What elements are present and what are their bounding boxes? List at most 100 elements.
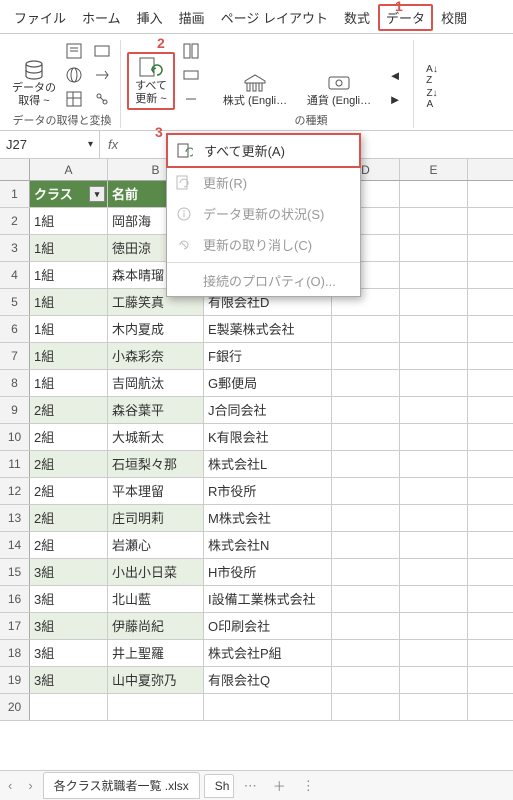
row-header[interactable]: 16 (0, 586, 30, 612)
cell-name[interactable]: 北山藍 (108, 586, 204, 612)
connections-icon[interactable] (90, 88, 114, 110)
cell-e[interactable] (400, 478, 468, 504)
cell-class[interactable]: 1組 (30, 316, 108, 342)
cell-e[interactable] (400, 343, 468, 369)
cell-class[interactable]: 3組 (30, 586, 108, 612)
chevron-left-icon[interactable]: ◄ (383, 64, 407, 86)
cell-company[interactable]: 株式会社L (204, 451, 332, 477)
cell-e[interactable] (400, 262, 468, 288)
cell-class[interactable]: 3組 (30, 613, 108, 639)
menu-draw[interactable]: 描画 (171, 4, 213, 31)
tab-options-icon[interactable]: ⋮ (294, 778, 323, 794)
cell-class[interactable]: 3組 (30, 559, 108, 585)
cell-name[interactable]: 庄司明莉 (108, 505, 204, 531)
cell-e1[interactable] (400, 181, 468, 207)
select-all-corner[interactable] (0, 159, 30, 180)
menu-review[interactable]: 校閲 (433, 4, 475, 31)
properties-icon[interactable] (179, 64, 203, 86)
row-header[interactable]: 5 (0, 289, 30, 315)
row-header[interactable]: 6 (0, 316, 30, 342)
row-header[interactable]: 20 (0, 694, 30, 720)
cell-class[interactable] (30, 694, 108, 720)
cell-d[interactable] (332, 397, 400, 423)
cell-e[interactable] (400, 640, 468, 666)
sort-az-icon[interactable]: A↓Z (420, 64, 444, 86)
row-header[interactable]: 10 (0, 424, 30, 450)
cell-class[interactable]: 2組 (30, 478, 108, 504)
cell-d[interactable] (332, 370, 400, 396)
row-header[interactable]: 15 (0, 559, 30, 585)
cell-company[interactable]: 有限会社Q (204, 667, 332, 693)
cell-e[interactable] (400, 370, 468, 396)
cell-company[interactable]: H市役所 (204, 559, 332, 585)
cell-class[interactable]: 1組 (30, 289, 108, 315)
cell-company[interactable] (204, 694, 332, 720)
cell-company[interactable]: K有限会社 (204, 424, 332, 450)
sort-za-icon[interactable]: Z↓A (420, 88, 444, 110)
fx-label[interactable]: fx (100, 137, 126, 152)
cell-d[interactable] (332, 505, 400, 531)
tab-nav-next[interactable]: › (20, 778, 40, 793)
cell-company[interactable]: O印刷会社 (204, 613, 332, 639)
cell-e[interactable] (400, 451, 468, 477)
menu-data[interactable]: データ (378, 4, 433, 31)
cell-d[interactable] (332, 640, 400, 666)
cell-class[interactable]: 2組 (30, 532, 108, 558)
cell-name[interactable]: 石垣梨々那 (108, 451, 204, 477)
row-header[interactable]: 19 (0, 667, 30, 693)
cell-class[interactable]: 2組 (30, 397, 108, 423)
cell-d[interactable] (332, 478, 400, 504)
cell-company[interactable]: 株式会社P組 (204, 640, 332, 666)
menu-formula[interactable]: 数式 (336, 4, 378, 31)
from-text-icon[interactable] (62, 40, 86, 62)
cell-company[interactable]: J合同会社 (204, 397, 332, 423)
row-header[interactable]: 2 (0, 208, 30, 234)
cell-name[interactable] (108, 694, 204, 720)
cell-d[interactable] (332, 532, 400, 558)
cell-e[interactable] (400, 397, 468, 423)
row-header[interactable]: 7 (0, 343, 30, 369)
table-header-class[interactable]: クラス ▾ (30, 181, 108, 207)
cell-name[interactable]: 吉岡航汰 (108, 370, 204, 396)
from-table-icon[interactable] (62, 88, 86, 110)
tab-more-icon[interactable]: ⋯ (236, 778, 265, 794)
row-header[interactable]: 12 (0, 478, 30, 504)
cell-d[interactable] (332, 559, 400, 585)
row-header[interactable]: 17 (0, 613, 30, 639)
cell-name[interactable]: 小森彩奈 (108, 343, 204, 369)
cell-name[interactable]: 山中夏弥乃 (108, 667, 204, 693)
cell-class[interactable]: 1組 (30, 262, 108, 288)
cell-d[interactable] (332, 424, 400, 450)
tab-add-icon[interactable]: ＋ (265, 776, 294, 795)
cell-company[interactable]: I設備工業株式会社 (204, 586, 332, 612)
cell-e[interactable] (400, 235, 468, 261)
cell-d[interactable] (332, 451, 400, 477)
menu-page-layout[interactable]: ページ レイアウト (213, 4, 336, 31)
cell-name[interactable]: 木内夏成 (108, 316, 204, 342)
cell-company[interactable]: 株式会社N (204, 532, 332, 558)
chevron-down-icon[interactable]: ▾ (88, 139, 93, 150)
get-data-button[interactable]: データの 取得 ~ (10, 56, 58, 110)
menu-cancel-refresh[interactable]: 更新の取り消し(C) (167, 229, 360, 260)
cell-e[interactable] (400, 208, 468, 234)
menu-refresh-all[interactable]: すべて更新(A) (166, 133, 361, 168)
row-header[interactable]: 18 (0, 640, 30, 666)
row-header[interactable]: 11 (0, 451, 30, 477)
cell-name[interactable]: 小出小日菜 (108, 559, 204, 585)
refresh-all-button[interactable]: すべて 更新 ~ (127, 52, 175, 110)
recent-sources-icon[interactable] (90, 40, 114, 62)
cell-d[interactable] (332, 694, 400, 720)
menu-connection-props[interactable]: 接続のプロパティ(O)... (167, 265, 360, 296)
edit-links-icon[interactable] (179, 88, 203, 110)
menu-file[interactable]: ファイル (6, 4, 74, 31)
cell-class[interactable]: 2組 (30, 424, 108, 450)
cell-d[interactable] (332, 667, 400, 693)
cell-class[interactable]: 1組 (30, 370, 108, 396)
sheet-tab-1[interactable]: 各クラス就職者一覧 .xlsx (43, 772, 200, 799)
chevron-right-icon[interactable]: ► (383, 88, 407, 110)
cell-e[interactable] (400, 424, 468, 450)
tab-nav-prev[interactable]: ‹ (0, 778, 20, 793)
row-header-1[interactable]: 1 (0, 181, 30, 207)
from-web-icon[interactable] (62, 64, 86, 86)
row-header[interactable]: 8 (0, 370, 30, 396)
